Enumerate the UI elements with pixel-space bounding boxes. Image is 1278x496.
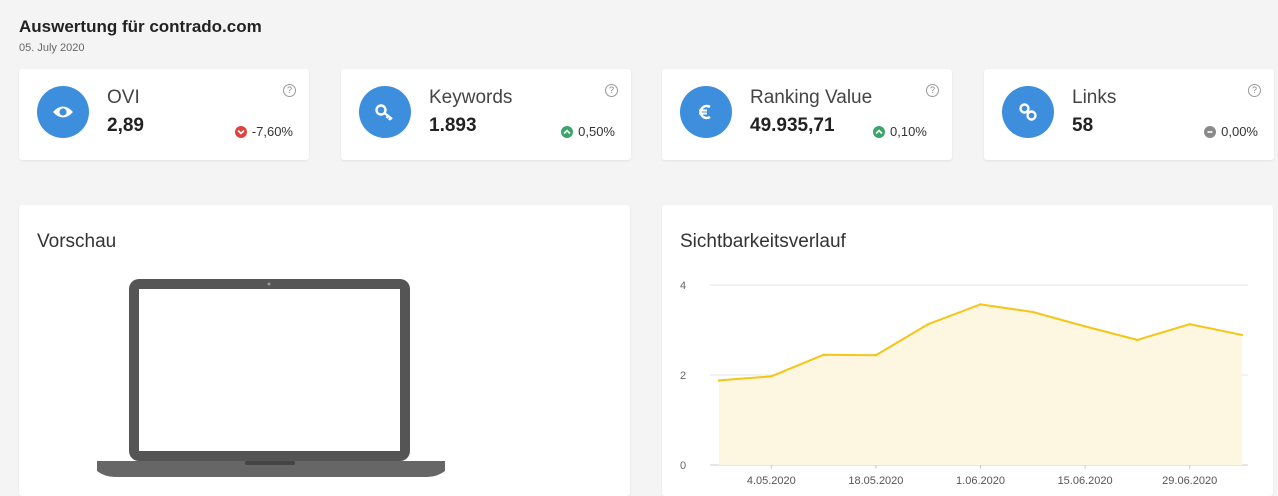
link-icon <box>1002 86 1054 138</box>
y-tick-label: 0 <box>680 460 686 472</box>
help-icon[interactable]: ? <box>926 84 939 97</box>
kpi-card-keywords: Keywords 1.893 ? 0,50% <box>341 69 631 160</box>
series-area <box>719 304 1242 465</box>
kpi-change-value: 0,00% <box>1221 124 1258 139</box>
preview-panel: Vorschau <box>19 205 630 496</box>
kpi-label: Links <box>1072 87 1117 108</box>
kpi-change: 0,10% <box>873 124 927 139</box>
x-tick-label: 4.05.2020 <box>747 475 796 487</box>
eye-icon <box>37 86 89 138</box>
data-point <box>1240 333 1244 337</box>
x-tick-label: 1.06.2020 <box>956 475 1005 487</box>
kpi-value: 49.935,71 <box>750 115 835 136</box>
kpi-card-ovi: OVI 2,89 ? -7,60% <box>19 69 309 160</box>
kpi-label: Ranking Value <box>750 87 873 108</box>
kpi-card-links: Links 58 ? 0,00% <box>984 69 1274 160</box>
kpi-label: OVI <box>107 87 140 108</box>
data-point <box>1083 325 1087 328</box>
kpi-change: 0,00% <box>1204 124 1258 139</box>
data-point <box>927 322 930 326</box>
kpi-value: 58 <box>1072 115 1094 136</box>
kpi-card-ranking-value: Ranking Value 49.935,71 ? 0,10% <box>662 69 952 160</box>
report-date: 05. July 2020 <box>19 42 85 54</box>
data-point <box>1188 322 1191 326</box>
data-point <box>1031 310 1034 314</box>
data-point <box>979 303 982 306</box>
help-icon[interactable]: ? <box>605 84 618 97</box>
page-title: Auswertung für contrado.com <box>19 17 262 36</box>
trend-neutral-icon <box>1204 125 1217 138</box>
page-header: Auswertung für contrado.com 05. July 202… <box>19 16 262 54</box>
kpi-value: 1.893 <box>429 115 477 136</box>
visibility-panel: Sichtbarkeitsverlauf 0 2 4 4.05.2020 18.05.2… <box>662 205 1273 496</box>
laptop-preview-image <box>97 279 445 477</box>
kpi-change-value: 0,10% <box>890 124 927 139</box>
preview-title: Vorschau <box>37 231 117 252</box>
kpi-change-value: 0,50% <box>578 124 615 139</box>
trend-down-icon <box>234 125 247 138</box>
y-tick-label: 2 <box>680 370 686 382</box>
trend-up-icon <box>873 125 885 138</box>
kpi-change: 0,50% <box>561 124 615 139</box>
data-point <box>822 353 825 356</box>
y-tick-label: 4 <box>680 280 686 292</box>
kpi-value: 2,89 <box>107 115 144 136</box>
kpi-change: -7,60% <box>234 124 293 139</box>
kpi-change-value: -7,60% <box>251 124 293 139</box>
data-point <box>770 375 773 378</box>
data-point <box>717 379 721 382</box>
help-icon[interactable]: ? <box>283 84 296 97</box>
help-icon[interactable]: ? <box>1248 84 1261 97</box>
data-point <box>1136 338 1139 342</box>
trend-up-icon <box>561 125 574 138</box>
key-icon <box>359 86 411 138</box>
x-tick-label: 15.06.2020 <box>1058 475 1113 487</box>
x-tick-label: 18.05.2020 <box>848 475 903 487</box>
visibility-chart: 0 2 4 4.05.2020 18.05.2020 1.06.2020 15.06.202… <box>680 280 1248 487</box>
kpi-label: Keywords <box>429 87 513 108</box>
x-tick-label: 29.06.2020 <box>1162 475 1217 487</box>
euro-icon <box>680 86 732 138</box>
data-point <box>874 354 878 357</box>
